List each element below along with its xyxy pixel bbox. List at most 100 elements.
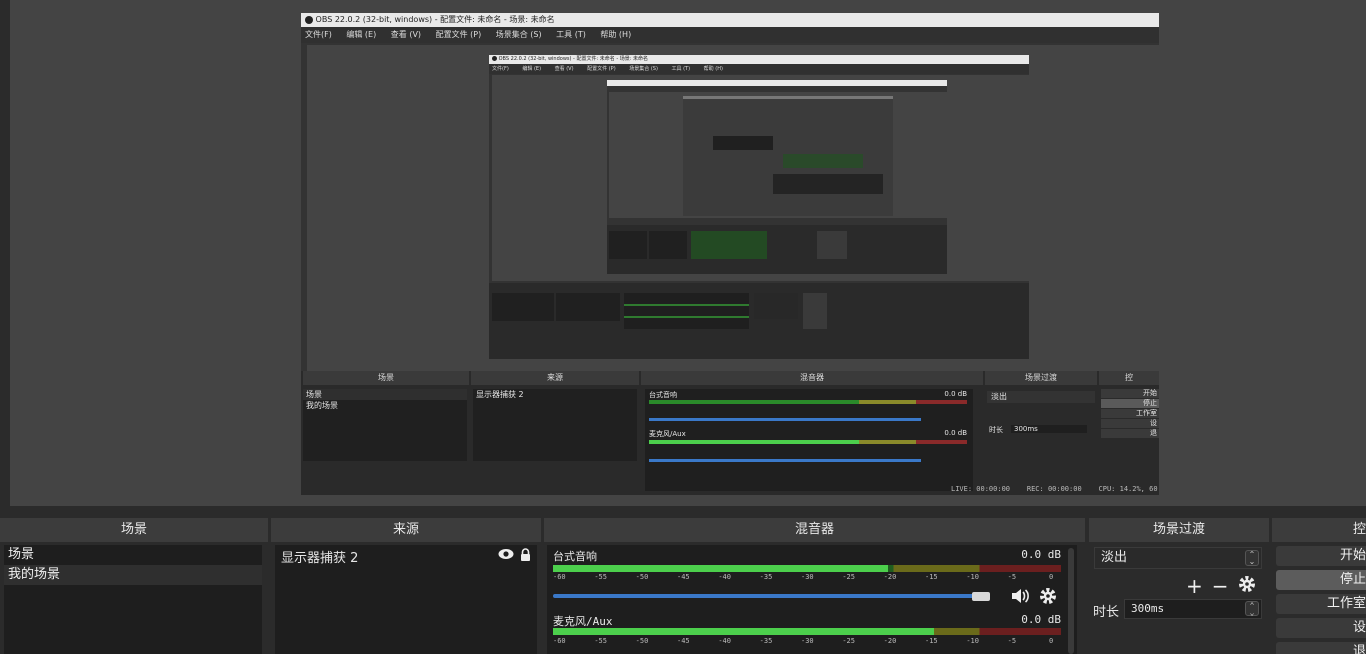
source-list[interactable]: 显示器捕获 2	[275, 545, 537, 654]
nested-controls-3	[817, 231, 847, 259]
transition-select-value: 淡出	[1101, 550, 1128, 565]
nested-transition-select: 淡出	[987, 391, 1095, 403]
source-item-icons	[498, 547, 531, 565]
transition-select[interactable]: 淡出 ⌃ ⌄	[1094, 547, 1262, 569]
nested-ctrl-btn: 停止	[1101, 399, 1159, 408]
settings-button[interactable]: 设	[1276, 618, 1366, 638]
nested-menu-bar: 文件(F) 编辑 (E) 查看 (V) 配置文件 (P) 场景集合 (S) 工具…	[301, 27, 1159, 43]
remove-icon[interactable]: −	[1212, 574, 1229, 598]
meter-tick-label: -55	[594, 573, 607, 581]
gear-icon[interactable]	[1238, 574, 1256, 598]
obs-window: OBS 22.0.2 (32-bit, windows) - 配置文件: 未命名…	[0, 0, 1366, 654]
meter-tick-label: -35	[759, 637, 773, 645]
meter-tick-label: 0	[1049, 573, 1054, 581]
menu-profile: 配置文件 (P)	[587, 66, 616, 72]
spinner-icon[interactable]: ⌃ ⌄	[1245, 601, 1259, 617]
channel-name: 台式音响	[553, 550, 597, 563]
nested-scene-item: 我的场景	[306, 401, 338, 410]
nested-title-text: OBS 22.0.2 (32-bit, windows) - 配置文件: 未命名…	[315, 15, 555, 24]
channel-db: 0.0 dB	[1021, 548, 1061, 561]
nested-canvas: OBS 22.0.2 (32-bit, windows) - 配置文件: 未命名…	[307, 45, 1159, 377]
nested-channel-db: 0.0 dB	[944, 429, 967, 437]
scene-item-selected[interactable]: 我的场景	[4, 565, 262, 585]
status-rec: REC: 00:00:00	[1026, 485, 1082, 493]
status-live: LIVE: 00:00:00	[951, 485, 1011, 493]
meter-tick-label: -45	[677, 637, 690, 645]
eye-icon[interactable]	[498, 548, 514, 564]
meter-tick-label: -20	[883, 637, 897, 645]
add-icon[interactable]: +	[1186, 574, 1203, 598]
status-cpu: CPU: 14.2%, 60.0	[1098, 485, 1159, 493]
volume-meter	[553, 565, 1061, 572]
menu-scene-collection: 场景集合 (S)	[495, 30, 542, 39]
nested-docks-2	[489, 283, 1029, 359]
scene-list[interactable]: 场景 我的场景	[4, 545, 262, 654]
source-item[interactable]: 显示器捕获 2	[275, 545, 537, 567]
nested-title-text-2: OBS 22.0.2 (32-bit, windows) - 配置文件: 未命名…	[498, 56, 648, 62]
meter-tick-label: -55	[594, 637, 607, 645]
meter-tick-label: -5	[1007, 637, 1017, 645]
nested-title-bar: OBS 22.0.2 (32-bit, windows) - 配置文件: 未命名…	[301, 13, 1159, 27]
menu-view: 查看 (V)	[554, 66, 574, 72]
gear-icon[interactable]	[1039, 587, 1057, 609]
nested-title-bar-3	[607, 80, 947, 86]
nested-docks-3	[607, 225, 947, 274]
speaker-icon[interactable]	[1011, 588, 1029, 608]
meter-ticks: -60 -55 -50 -45 -40 -35 -30 -25 -20 -15 -10 -5 0	[553, 637, 1061, 647]
channel-name: 麦克风/Aux	[553, 615, 613, 628]
lock-icon[interactable]	[520, 547, 531, 565]
nested-canvas-2	[492, 75, 1029, 281]
menu-help: 帮助 (H)	[703, 66, 723, 72]
nested-channel-db: 0.0 dB	[944, 390, 967, 398]
nested-preview-1: OBS 22.0.2 (32-bit, windows) - 配置文件: 未命名…	[301, 13, 1159, 495]
nested-transitions-body: 淡出 时长 300ms	[987, 391, 1095, 451]
fader-handle[interactable]	[972, 592, 990, 601]
nested-status-bar: LIVE: 00:00:00 REC: 00:00:00 CPU: 14.2%,…	[951, 485, 1159, 493]
nested-duration-value: 300ms	[1011, 425, 1087, 433]
nested-preview-4	[683, 96, 893, 216]
meter-tick-label: -15	[925, 573, 938, 581]
nested-transitions-header: 场景过渡	[985, 371, 1097, 385]
nested-source-item: 显示器捕获 2	[476, 390, 524, 399]
nested-scene-item: 场景	[303, 389, 467, 400]
meter-tick-label: -10	[966, 573, 979, 581]
meter-tick-label: -25	[842, 637, 855, 645]
meter-tick-label: -30	[801, 573, 814, 581]
nested-dock-4b	[783, 154, 863, 168]
nested-ctrl-btn: 工作室	[1101, 409, 1159, 418]
studio-mode-button[interactable]: 工作室	[1276, 594, 1366, 614]
duration-input[interactable]: 300ms ⌃ ⌄	[1124, 599, 1262, 619]
volume-fader[interactable]	[553, 594, 981, 598]
meter-tick-label: -50	[635, 637, 649, 645]
duration-label: 时长	[1093, 605, 1120, 620]
nested-source-list: 显示器捕获 2	[473, 389, 637, 461]
nested-menu-bar-2: 文件(F) 编辑 (E) 查看 (V) 配置文件 (P) 场景集合 (S) 工具…	[489, 64, 1029, 74]
meter-tick-label: -25	[842, 573, 855, 581]
scene-item[interactable]: 场景	[4, 545, 262, 565]
nested-scene-list-2	[492, 293, 554, 321]
meter-ticks: -60 -55 -50 -45 -40 -35 -30 -25 -20 -15 -10 -5 0	[553, 573, 1061, 583]
mixer-scrollbar[interactable]	[1068, 548, 1074, 654]
nested-title-bar-4	[683, 96, 893, 99]
stop-recording-button[interactable]: 停止	[1276, 570, 1366, 590]
nested-preview-2: OBS 22.0.2 (32-bit, windows) - 配置文件: 未命名…	[489, 55, 1029, 359]
menu-edit: 编辑 (E)	[346, 30, 377, 39]
start-streaming-button[interactable]: 开始	[1276, 546, 1366, 566]
nested-ctrl-btn: 退	[1101, 429, 1159, 438]
nested-transitions-2	[754, 293, 798, 319]
obs-logo-icon	[305, 15, 313, 24]
preview-canvas[interactable]: OBS 22.0.2 (32-bit, windows) - 配置文件: 未命名…	[10, 0, 1366, 506]
menu-scene-collection: 场景集合 (S)	[629, 66, 658, 72]
mixer-channel-mic: 麦克风/Aux 0.0 dB -60 -55 -50 -45 -40 -35 -30 -25-…	[553, 613, 1061, 654]
nested-controls-body: 开始 停止 工作室 设 退	[1101, 389, 1159, 459]
nested-scenes-header: 场景	[303, 371, 469, 385]
exit-button[interactable]: 退	[1276, 642, 1366, 654]
menu-edit: 编辑 (E)	[522, 66, 542, 72]
nested-docks-1: 场景 来源 混音器 场景过渡 控 场景 我的场景 显示器捕获 2 台式音响 0.…	[301, 371, 1159, 495]
meter-tick-label: -45	[677, 573, 690, 581]
meter-tick-label: -15	[925, 637, 938, 645]
meter-tick-label: -5	[1007, 573, 1017, 581]
nested-meter	[649, 440, 967, 444]
transition-toolbar: + −	[1186, 574, 1256, 598]
menu-tools: 工具 (T)	[556, 30, 586, 39]
